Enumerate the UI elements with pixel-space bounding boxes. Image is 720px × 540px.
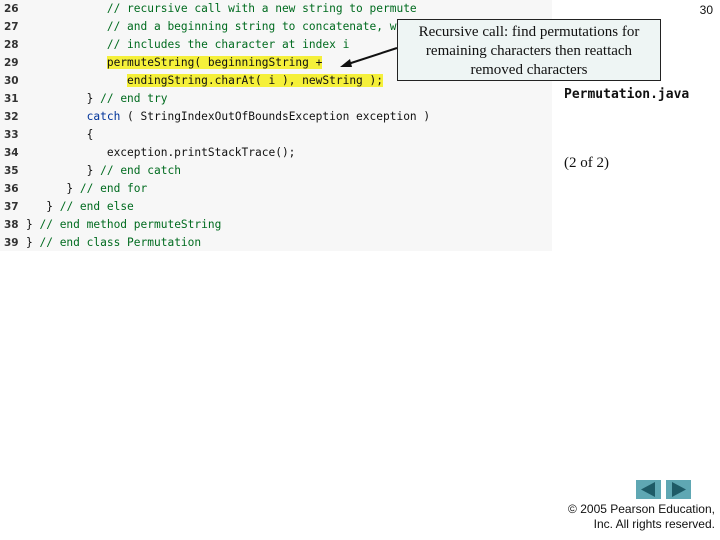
line-number: 36 xyxy=(4,183,19,195)
code-text: exception.printStackTrace(); xyxy=(106,146,296,159)
callout-line: Recursive call: find permutations for xyxy=(418,24,640,40)
callout-line: remaining characters then reattach xyxy=(425,43,633,59)
code-line: 34 exception.printStackTrace(); xyxy=(0,144,295,162)
code-comment: // and a beginning string to concatenate… xyxy=(106,20,424,33)
line-number: 30 xyxy=(4,75,19,87)
line-number: 37 xyxy=(4,201,19,213)
copyright-line: Inc. All rights reserved. xyxy=(593,517,715,531)
slide-page-number: 30 xyxy=(699,3,713,17)
code-text: { xyxy=(86,128,94,141)
line-number: 26 xyxy=(4,3,19,15)
code-line: 31 } // end try xyxy=(0,90,167,108)
left-triangle-icon xyxy=(641,482,655,497)
code-text: } xyxy=(26,236,40,249)
code-comment: // end catch xyxy=(100,164,181,177)
callout-box: Recursive call: find permutations for re… xyxy=(397,19,661,81)
line-number: 31 xyxy=(4,93,19,105)
code-keyword: catch xyxy=(86,110,121,123)
line-number: 27 xyxy=(4,21,19,33)
code-line: 39} // end class Permutation xyxy=(0,234,201,252)
file-name-label: Permutation.java xyxy=(564,87,690,102)
code-text: } xyxy=(46,200,60,213)
right-triangle-icon xyxy=(672,482,686,497)
code-line: 35 } // end catch xyxy=(0,162,181,180)
code-text: } xyxy=(66,182,80,195)
code-comment: // recursive call with a new string to p… xyxy=(106,2,417,15)
code-comment: // includes the character at index i xyxy=(106,38,350,51)
code-comment: // end try xyxy=(100,92,168,105)
code-line: 32 catch ( StringIndexOutOfBoundsExcepti… xyxy=(0,108,430,126)
previous-slide-button[interactable] xyxy=(636,480,661,499)
code-line: 28 // includes the character at index i xyxy=(0,36,349,54)
line-number: 35 xyxy=(4,165,19,177)
line-number: 34 xyxy=(4,147,19,159)
copyright-notice: © 2005 Pearson Education, Inc. All right… xyxy=(568,502,715,532)
line-number: 38 xyxy=(4,219,19,231)
line-number: 32 xyxy=(4,111,19,123)
code-comment: // end for xyxy=(79,182,148,195)
code-text: } xyxy=(26,218,40,231)
code-line: 30 endingString.charAt( i ), newString )… xyxy=(0,72,383,90)
code-line: 36 } // end for xyxy=(0,180,147,198)
line-number: 28 xyxy=(4,39,19,51)
next-slide-button[interactable] xyxy=(666,480,691,499)
code-comment: // end else xyxy=(59,200,134,213)
callout-line: removed characters xyxy=(470,62,588,78)
code-comment: // end class Permutation xyxy=(39,236,202,249)
line-number: 33 xyxy=(4,129,19,141)
line-number: 39 xyxy=(4,237,19,249)
code-text: ( StringIndexOutOfBoundsException except… xyxy=(120,110,431,123)
highlighted-code: permuteString( beginningString + xyxy=(106,56,323,69)
code-comment: // end method permuteString xyxy=(39,218,222,231)
highlighted-code: endingString.charAt( i ), newString ); xyxy=(127,74,383,87)
code-line: 38} // end method permuteString xyxy=(0,216,221,234)
code-text: } xyxy=(86,92,101,105)
code-line: 33 { xyxy=(0,126,93,144)
code-line: 27 // and a beginning string to concaten… xyxy=(0,18,423,36)
code-line: 26 // recursive call with a new string t… xyxy=(0,0,417,18)
copyright-line: © 2005 Pearson Education, xyxy=(568,502,715,516)
line-number: 29 xyxy=(4,57,19,69)
code-line: 29 permuteString( beginningString + xyxy=(0,54,323,72)
part-indicator: (2 of 2) xyxy=(564,155,609,171)
code-line: 37 } // end else xyxy=(0,198,134,216)
code-text: } xyxy=(86,164,101,177)
